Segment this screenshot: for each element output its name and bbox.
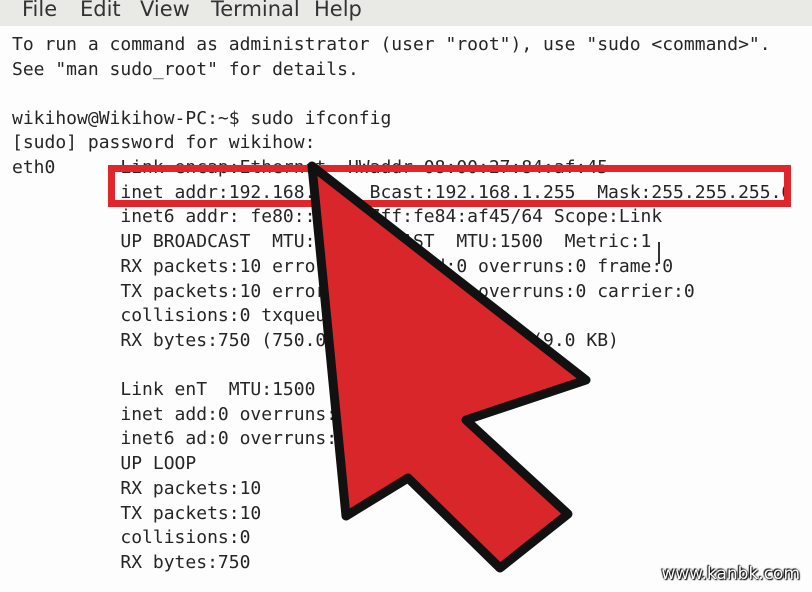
terminal-line: UP BROADCAST MTU: MULTICAST MTU:1500 Met… xyxy=(12,231,652,252)
terminal-line: See "man sudo_root" for details. xyxy=(12,59,359,80)
terminal-line: inet add:0 overruns:0 frame:0.0 xyxy=(12,404,457,425)
text-cursor-icon xyxy=(658,242,660,264)
terminal-line: TX packets:10 xyxy=(12,503,262,524)
highlight-box xyxy=(108,165,791,207)
terminal-output[interactable]: To run a command as administrator (user … xyxy=(0,26,812,592)
menu-terminal[interactable]: Terminal xyxy=(211,0,300,22)
terminal-line: RX packets:10 errors:0 dropped:0 overrun… xyxy=(12,256,674,277)
menubar: File Edit View Terminal Help xyxy=(0,0,812,27)
terminal-line: RX packets:10 xyxy=(12,478,262,499)
menu-help[interactable]: Help xyxy=(314,0,362,22)
terminal-line: [sudo] password for wikihow: xyxy=(12,132,316,153)
terminal-line: collisions:0 xyxy=(12,527,251,548)
terminal-line: To run a command as administrator (user … xyxy=(12,34,771,55)
terminal-line: TX packets:10 errors:0 dropped:0 overrun… xyxy=(12,281,695,302)
terminal-line: RX bytes:750 xyxy=(12,552,251,573)
terminal-line: RX bytes:750 (750.0 B) TX bytes:9217 (9.… xyxy=(12,330,619,351)
terminal-prompt-line: wikihow@Wikihow-PC:~$ sudo ifconfig xyxy=(12,108,392,129)
menu-view[interactable]: View xyxy=(140,0,190,22)
watermark: www.kanbk.com xyxy=(661,564,800,584)
terminal-line: collisions:0 txqueuelen:1000 xyxy=(12,305,424,326)
terminal-line: inet6 addr: fe80::a00:27ff:fe84:af45/64 … xyxy=(12,206,663,227)
menu-file[interactable]: File xyxy=(22,0,57,22)
terminal-line: UP LOOP xyxy=(12,453,197,474)
terminal-line: inet6 ad:0 overruns:0 xyxy=(12,428,348,449)
menu-edit[interactable]: Edit xyxy=(80,0,121,22)
terminal-line: Link enT MTU:1500 xyxy=(12,379,316,400)
